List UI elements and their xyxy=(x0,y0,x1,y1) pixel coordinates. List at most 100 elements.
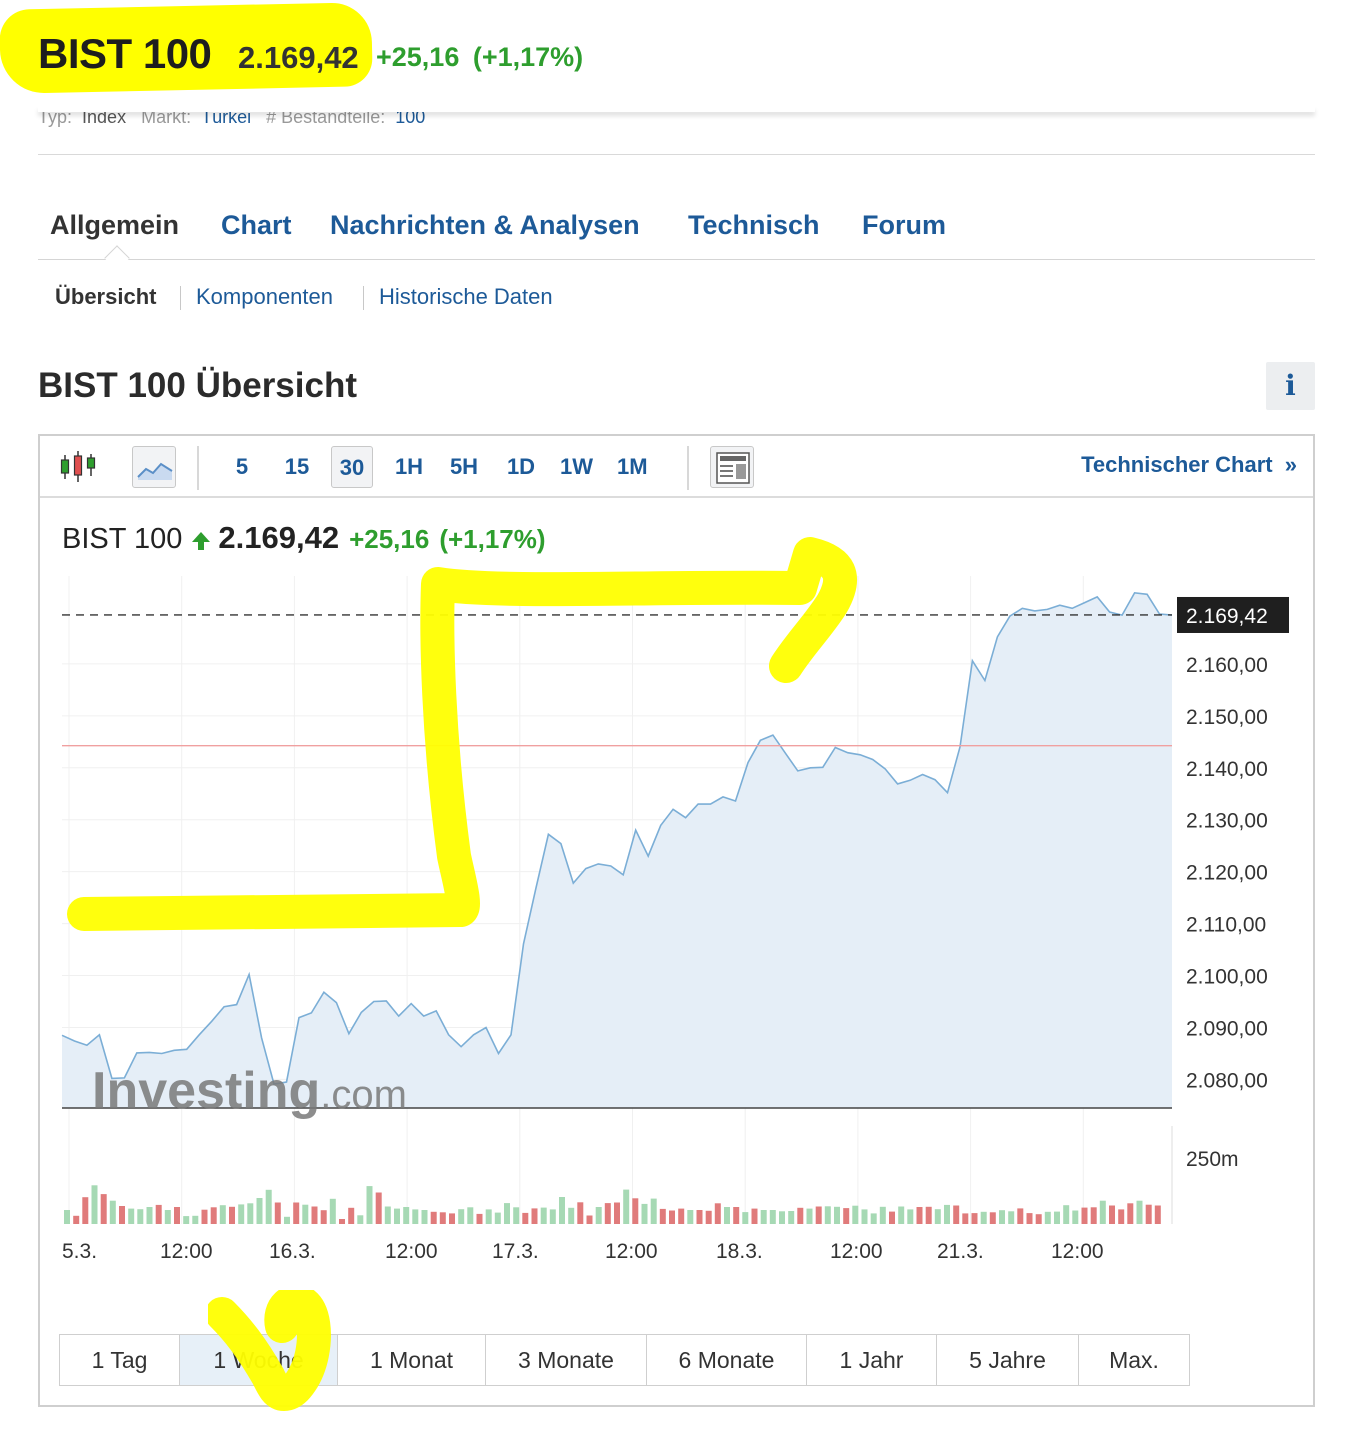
y-tick-label: 2.160,00 xyxy=(1186,654,1268,677)
volume-bar xyxy=(384,1206,391,1224)
volume-bar xyxy=(1026,1213,1033,1224)
volume-bar xyxy=(678,1208,685,1224)
volume-bar xyxy=(806,1208,813,1224)
section-title: BIST 100 Übersicht xyxy=(38,366,357,405)
volume-bar xyxy=(861,1209,868,1224)
volume-bar xyxy=(797,1207,804,1224)
volume-bar xyxy=(403,1207,410,1224)
volume-bar xyxy=(302,1204,309,1224)
volume-bar xyxy=(284,1216,290,1224)
range-1-jahr[interactable]: 1 Jahr xyxy=(806,1334,937,1386)
y-tick-label: 2.150,00 xyxy=(1186,706,1268,729)
volume-bar xyxy=(192,1215,199,1224)
range-3-monate[interactable]: 3 Monate xyxy=(485,1334,647,1386)
volume-bar xyxy=(815,1206,822,1224)
tab-nachrichten[interactable]: Nachrichten & Analysen xyxy=(330,210,640,241)
volume-bar xyxy=(650,1198,657,1224)
volume-bar xyxy=(1044,1211,1051,1224)
volume-bar xyxy=(1063,1205,1070,1224)
volume-bar xyxy=(375,1192,382,1224)
volume-bar xyxy=(577,1202,584,1224)
volume-bar xyxy=(274,1202,281,1224)
quote-header: BIST 100 2.169,42 +25,16 (+1,17%) xyxy=(0,0,1353,108)
volume-bar xyxy=(540,1207,547,1224)
volume-bar xyxy=(898,1206,905,1224)
range-5-jahre[interactable]: 5 Jahre xyxy=(936,1334,1079,1386)
tab-technisch[interactable]: Technisch xyxy=(688,210,820,241)
y-tick-label: 2.110,00 xyxy=(1186,914,1266,937)
volume-bar xyxy=(843,1208,850,1224)
subtab-separator xyxy=(180,286,181,310)
y-tick-label: 2.140,00 xyxy=(1186,758,1268,781)
x-tick-label: 5.3. xyxy=(62,1240,97,1263)
volume-bar xyxy=(1136,1200,1143,1224)
tab-allgemein[interactable]: Allgemein xyxy=(50,210,179,241)
price-chart[interactable]: 2.160,00 2.150,00 2.140,00 2.130,00 2.120,00… xyxy=(40,436,1313,1316)
volume-bar xyxy=(586,1215,593,1224)
x-tick-label: 16.3. xyxy=(269,1240,316,1263)
volume-bar xyxy=(73,1215,80,1224)
volume-bar xyxy=(201,1209,208,1224)
volume-bar xyxy=(1072,1210,1079,1224)
volume-bar xyxy=(1154,1205,1161,1224)
volume-bar xyxy=(412,1209,419,1224)
chart-widget: 5 15 30 1H 5H 1D 1W 1M Technischer Chart… xyxy=(38,434,1315,1411)
index-change-pct: (+1,17%) xyxy=(472,42,584,72)
volume-bar xyxy=(357,1215,364,1224)
range-1-woche[interactable]: 1 Woche xyxy=(179,1334,338,1386)
volume-bar xyxy=(1054,1211,1060,1224)
volume-bar xyxy=(155,1204,162,1224)
volume-bar xyxy=(329,1198,336,1224)
subtab-komponenten[interactable]: Komponenten xyxy=(196,284,333,310)
subtab-separator xyxy=(363,286,364,310)
subtab-uebersicht[interactable]: Übersicht xyxy=(55,284,156,310)
volume-bar xyxy=(595,1207,602,1224)
index-change-abs: +25,16 xyxy=(376,42,460,72)
y-tick-label: 2.120,00 xyxy=(1186,862,1268,885)
volume-bar xyxy=(494,1212,501,1224)
volume-bar xyxy=(1118,1209,1125,1224)
volume-bar xyxy=(531,1208,538,1224)
volume-bar xyxy=(265,1189,272,1224)
subtab-historische-daten[interactable]: Historische Daten xyxy=(379,284,553,310)
volume-bar xyxy=(999,1210,1005,1224)
volume-bar xyxy=(366,1186,373,1224)
volume-bar xyxy=(219,1205,226,1224)
volume-bar xyxy=(1127,1203,1134,1224)
volume-bar xyxy=(1008,1211,1015,1224)
range-max[interactable]: Max. xyxy=(1078,1334,1190,1386)
volume-bar xyxy=(320,1210,327,1224)
y-tick-label: 2.100,00 xyxy=(1186,966,1268,989)
index-price: 2.169,42 xyxy=(238,40,359,75)
volume-bar xyxy=(128,1208,135,1224)
volume-bar xyxy=(568,1207,575,1224)
volume-bar xyxy=(559,1197,565,1224)
volume-bar xyxy=(504,1203,510,1224)
watermark-suffix: .com xyxy=(320,1073,407,1117)
volume-bar xyxy=(421,1210,428,1224)
volume-bar xyxy=(604,1203,611,1224)
info-button[interactable]: i xyxy=(1266,362,1315,410)
x-tick-label: 21.3. xyxy=(937,1240,984,1263)
volume-bar xyxy=(513,1207,520,1224)
tab-forum[interactable]: Forum xyxy=(862,210,946,241)
volume-bar xyxy=(339,1219,345,1224)
tab-chart[interactable]: Chart xyxy=(221,210,292,241)
volume-bar xyxy=(146,1207,153,1224)
volume-bar xyxy=(210,1207,217,1224)
volume-bar xyxy=(394,1208,400,1224)
volume-bar xyxy=(779,1211,785,1224)
sticky-header-edge xyxy=(38,106,1315,112)
volume-bar xyxy=(430,1211,437,1224)
volume-bar xyxy=(91,1185,98,1224)
index-change: +25,16 (+1,17%) xyxy=(376,42,583,73)
volume-bar xyxy=(1109,1205,1115,1224)
range-6-monate[interactable]: 6 Monate xyxy=(646,1334,807,1386)
volume-bar xyxy=(953,1205,960,1224)
volume-bar xyxy=(696,1210,703,1224)
volume-bar xyxy=(724,1207,730,1224)
range-1-monat[interactable]: 1 Monat xyxy=(337,1334,486,1386)
range-1-tag[interactable]: 1 Tag xyxy=(59,1334,180,1386)
volume-bar xyxy=(549,1209,556,1224)
volume-bar xyxy=(183,1216,190,1224)
